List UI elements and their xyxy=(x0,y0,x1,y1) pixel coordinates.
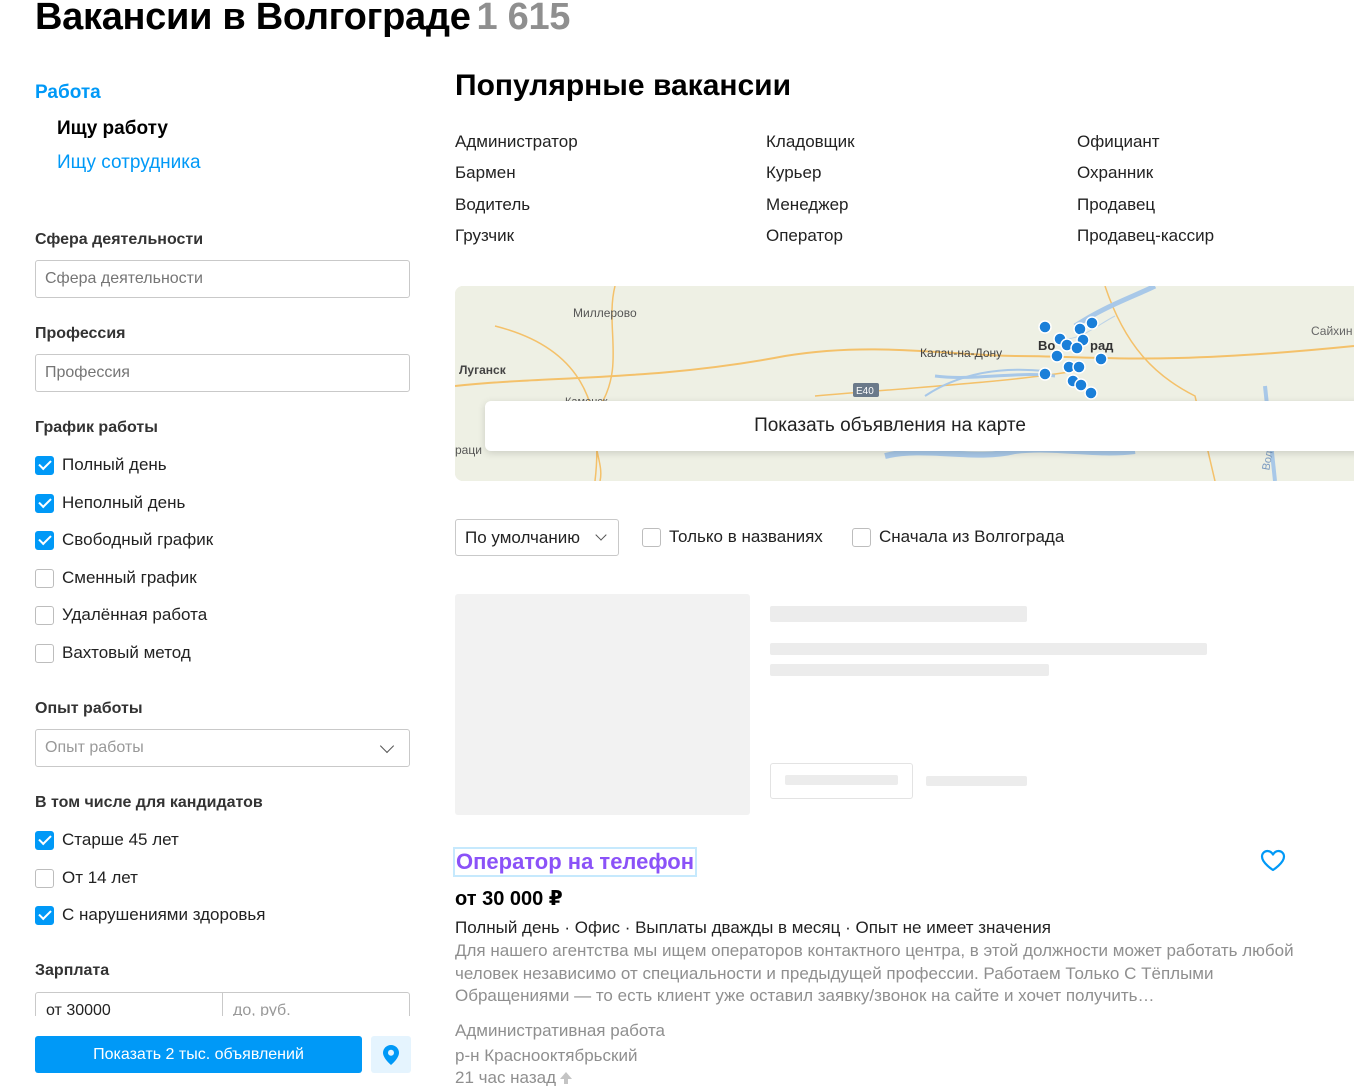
schedule-option-rotation[interactable]: Вахтовый метод xyxy=(35,643,191,663)
loading-line xyxy=(770,643,1207,655)
sphere-label: Сфера деятельности xyxy=(35,231,204,248)
svg-text:Луганск: Луганск xyxy=(459,363,507,377)
vacancy-salary: от 30 000 ₽ xyxy=(455,888,563,910)
loading-button-placeholder xyxy=(770,763,913,799)
popular-link[interactable]: Официант xyxy=(1077,126,1214,157)
only-titles-checkbox[interactable]: Только в названиях xyxy=(642,527,823,547)
schedule-label: График работы xyxy=(35,419,158,436)
salary-label: Зарплата xyxy=(35,962,110,979)
loading-line xyxy=(770,664,1049,676)
schedule-option-shift[interactable]: Сменный график xyxy=(35,568,197,588)
nav-item-looking-for-job[interactable]: Ищу работу xyxy=(57,118,415,140)
popular-title: Популярные вакансии xyxy=(455,69,792,102)
checkbox[interactable] xyxy=(35,605,54,625)
schedule-option-part-time[interactable]: Неполный день xyxy=(35,493,185,513)
popular-column: Официант Охранник Продавец Продавец-касс… xyxy=(1077,126,1214,251)
svg-text:E40: E40 xyxy=(856,386,874,397)
chevron-down-icon xyxy=(379,738,395,753)
map-preview[interactable]: Миллерово Луганск Каменск Калач-на-Дону … xyxy=(455,286,1354,481)
add-to-favorites-button[interactable] xyxy=(1260,849,1286,878)
schedule-option-flexible[interactable]: Свободный график xyxy=(35,530,213,550)
results-count: 1 615 xyxy=(476,0,571,38)
map-pin-icon xyxy=(383,1044,399,1065)
loading-line xyxy=(926,776,1027,786)
show-on-map-link[interactable]: Показать объявления на карте xyxy=(485,401,1354,451)
svg-text:Сайхин: Сайхин xyxy=(1311,324,1353,338)
experience-select[interactable]: Опыт работы xyxy=(35,729,410,767)
checkbox[interactable] xyxy=(35,493,54,513)
candidate-option-over-45[interactable]: Старше 45 лет xyxy=(35,830,179,850)
popular-link[interactable]: Курьер xyxy=(766,157,855,188)
nav-item-looking-for-employee[interactable]: Ищу сотрудника xyxy=(57,152,415,174)
popular-link[interactable]: Продавец xyxy=(1077,189,1214,220)
sort-select[interactable]: По умолчанию xyxy=(455,519,619,556)
vacancy-category: Административная работа xyxy=(455,1021,666,1040)
vacancy-tags: Полный день · Офис · Выплаты дважды в ме… xyxy=(455,918,1051,937)
svg-text:рад: рад xyxy=(1090,338,1114,353)
popular-link[interactable]: Администратор xyxy=(455,126,578,157)
popular-link[interactable]: Бармен xyxy=(455,157,578,188)
schedule-option-remote[interactable]: Удалённая работа xyxy=(35,605,207,625)
sphere-input[interactable] xyxy=(35,260,410,298)
checkbox[interactable] xyxy=(35,530,54,550)
chevron-down-icon xyxy=(595,529,607,541)
checkbox[interactable] xyxy=(35,643,54,663)
popular-link[interactable]: Водитель xyxy=(455,189,578,220)
vacancy-title-link[interactable]: Оператор на телефон xyxy=(452,847,698,877)
popular-link[interactable]: Оператор xyxy=(766,220,855,251)
checkbox[interactable] xyxy=(852,527,871,547)
candidate-option-health[interactable]: С нарушениями здоровья xyxy=(35,905,266,925)
candidates-label: В том числе для кандидатов xyxy=(35,794,263,811)
page-title: Вакансии в Волгограде 1 615 xyxy=(35,0,570,39)
checkbox[interactable] xyxy=(35,568,54,588)
show-on-map-button[interactable] xyxy=(371,1036,411,1073)
checkbox[interactable] xyxy=(35,905,54,925)
checkbox[interactable] xyxy=(642,527,661,547)
show-results-button[interactable]: Показать 2 тыс. объявлений xyxy=(35,1036,362,1073)
filters-sidebar: Работа Ищу работу Ищу сотрудника Сфера д… xyxy=(35,82,415,1030)
loading-line xyxy=(770,606,1027,622)
schedule-option-full-day[interactable]: Полный день xyxy=(35,455,167,475)
vacancy-time: 21 час назад xyxy=(455,1068,573,1086)
svg-text:Миллерово: Миллерово xyxy=(573,306,637,320)
experience-label: Опыт работы xyxy=(35,700,143,717)
popular-link[interactable]: Грузчик xyxy=(455,220,578,251)
profession-label: Профессия xyxy=(35,325,126,342)
page-title-text: Вакансии в Волгограде xyxy=(35,0,471,38)
popular-link[interactable]: Кладовщик xyxy=(766,126,855,157)
heart-icon xyxy=(1260,849,1286,872)
checkbox[interactable] xyxy=(35,830,54,850)
candidate-option-from-14[interactable]: От 14 лет xyxy=(35,868,138,888)
vacancy-district: р-н Краснооктябрьский xyxy=(455,1046,638,1065)
popular-link[interactable]: Менеджер xyxy=(766,189,855,220)
arrow-up-icon xyxy=(560,1072,572,1084)
svg-text:раци: раци xyxy=(455,443,482,457)
popular-link[interactable]: Охранник xyxy=(1077,157,1214,188)
popular-column: Администратор Бармен Водитель Грузчик xyxy=(455,126,578,251)
volgograd-first-checkbox[interactable]: Сначала из Волгограда xyxy=(852,527,1064,547)
vacancy-description: Для нашего агентства мы ищем операторов … xyxy=(455,941,1294,1005)
popular-link[interactable]: Продавец-кассир xyxy=(1077,220,1214,251)
loading-image-placeholder xyxy=(455,594,750,815)
category-link-work[interactable]: Работа xyxy=(35,82,415,104)
checkbox[interactable] xyxy=(35,455,54,475)
map-background: Миллерово Луганск Каменск Калач-на-Дону … xyxy=(455,286,1354,481)
svg-text:Калач-на-Дону: Калач-на-Дону xyxy=(920,346,1002,360)
profession-input[interactable] xyxy=(35,354,410,392)
popular-column: Кладовщик Курьер Менеджер Оператор xyxy=(766,126,855,251)
checkbox[interactable] xyxy=(35,868,54,888)
